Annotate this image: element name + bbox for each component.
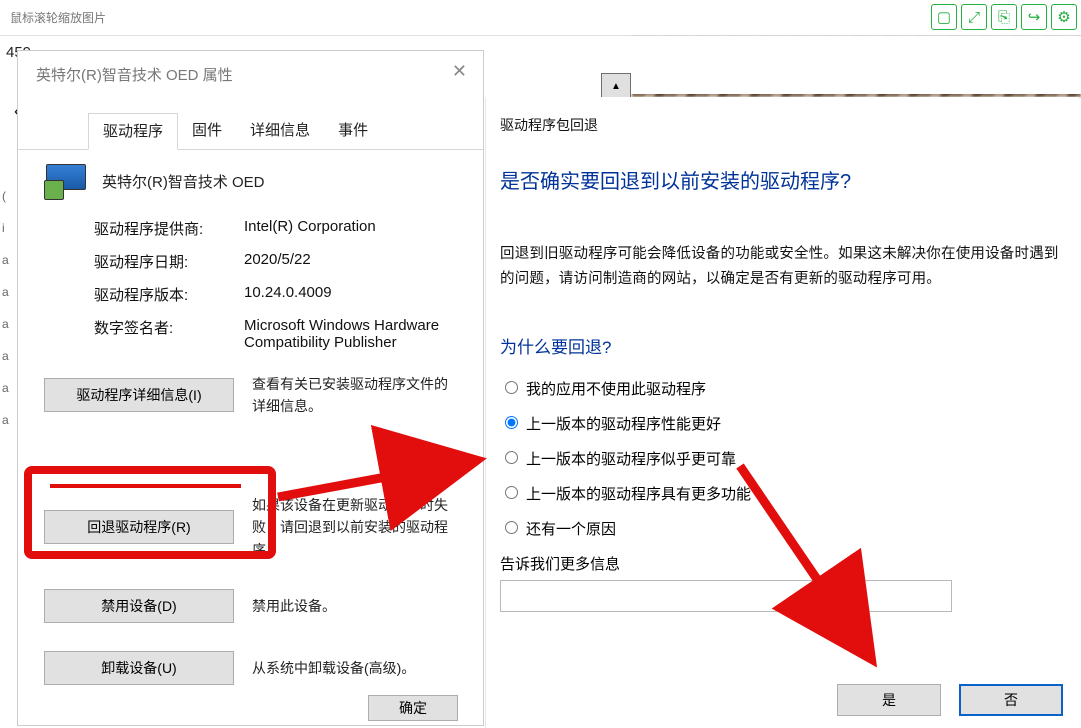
driver-details-button[interactable]: 驱动程序详细信息(I) xyxy=(44,378,234,412)
driver-tab-body: 英特尔(R)智音技术 OED 驱动程序提供商: Intel(R) Corpora… xyxy=(18,150,483,727)
value-provider: Intel(R) Corporation xyxy=(244,218,457,239)
row-uninstall: 卸载设备(U) 从系统中卸载设备(高级)。 xyxy=(44,651,457,685)
radio-reason-1[interactable]: 我的应用不使用此驱动程序 xyxy=(500,378,1065,399)
viewer-btn-share-icon[interactable]: ↪ xyxy=(1021,4,1047,30)
rollback-dialog-title: 驱动程序包回退 xyxy=(486,97,1079,155)
rollback-reason-radios: 我的应用不使用此驱动程序 上一版本的驱动程序性能更好 上一版本的驱动程序似乎更可… xyxy=(500,378,1065,539)
label-signer: 数字签名者: xyxy=(94,317,244,351)
rollback-desc: 如果该设备在更新驱动程序时失败，请回退到以前安装的驱动程序。 xyxy=(252,494,457,561)
value-version: 10.24.0.4009 xyxy=(244,284,457,305)
row-disable: 禁用设备(D) 禁用此设备。 xyxy=(44,589,457,623)
radio-reason-3[interactable]: 上一版本的驱动程序似乎更可靠 xyxy=(500,448,1065,469)
ok-button[interactable]: 确定 xyxy=(368,695,458,721)
rollback-dialog: 驱动程序包回退 是否确实要回退到以前安装的驱动程序? 回退到旧驱动程序可能会降低… xyxy=(485,97,1079,728)
device-header: 英特尔(R)智音技术 OED xyxy=(44,164,457,198)
image-viewer-toolbar: ▢ ⤢ ⎘ ↪ ⚙ xyxy=(931,4,1077,30)
row-details: 驱动程序详细信息(I) 查看有关已安装驱动程序文件的详细信息。 xyxy=(44,373,457,418)
label-date: 驱动程序日期: xyxy=(94,251,244,272)
driver-details-desc: 查看有关已安装驱动程序文件的详细信息。 xyxy=(252,373,457,418)
viewer-btn-save-icon[interactable]: ⎘ xyxy=(991,4,1017,30)
label-provider: 驱动程序提供商: xyxy=(94,218,244,239)
more-info-label: 告诉我们更多信息 xyxy=(500,553,1065,574)
properties-tabs: 常规 驱动程序 固件 详细信息 事件 xyxy=(18,112,483,150)
image-viewer-title: 鼠标滚轮缩放图片 xyxy=(0,0,1081,35)
disable-desc: 禁用此设备。 xyxy=(252,595,457,617)
device-name: 英特尔(R)智音技术 OED xyxy=(102,171,265,192)
value-signer: Microsoft Windows Hardware Compatibility… xyxy=(244,317,457,351)
label-version: 驱动程序版本: xyxy=(94,284,244,305)
tab-details[interactable]: 详细信息 xyxy=(236,113,324,150)
more-info-input[interactable] xyxy=(500,580,952,612)
device-properties-dialog: 英特尔(R)智音技术 OED 属性 ✕ 常规 驱动程序 固件 详细信息 事件 英… xyxy=(17,50,484,726)
disable-button[interactable]: 禁用设备(D) xyxy=(44,589,234,623)
spinner-up-button[interactable]: ▲ xyxy=(601,73,631,100)
rollback-paragraph: 回退到旧驱动程序可能会降低设备的功能或安全性。如果这未解决你在使用设备时遇到的问… xyxy=(500,242,1060,293)
sound-device-icon xyxy=(44,164,86,198)
row-rollback: 回退驱动程序(R) 如果该设备在更新驱动程序时失败，请回退到以前安装的驱动程序。 xyxy=(44,494,457,561)
radio-reason-5[interactable]: 还有一个原因 xyxy=(500,518,1065,539)
dialog-title: 英特尔(R)智音技术 OED 属性 xyxy=(18,51,483,98)
viewer-btn-settings-icon[interactable]: ⚙ xyxy=(1051,4,1077,30)
no-button[interactable]: 否 xyxy=(959,684,1063,716)
tab-firmware[interactable]: 固件 xyxy=(178,113,236,150)
rollback-button[interactable]: 回退驱动程序(R) xyxy=(44,510,234,544)
yes-button[interactable]: 是 xyxy=(837,684,941,716)
image-viewer-topbar: 鼠标滚轮缩放图片 ▢ ⤢ ⎘ ↪ ⚙ xyxy=(0,0,1081,36)
uninstall-desc: 从系统中卸载设备(高级)。 xyxy=(252,657,457,679)
viewer-btn-fit-icon[interactable]: ⤢ xyxy=(961,4,987,30)
radio-reason-4[interactable]: 上一版本的驱动程序具有更多功能 xyxy=(500,483,1065,504)
tab-driver[interactable]: 驱动程序 xyxy=(88,113,178,150)
radio-reason-2[interactable]: 上一版本的驱动程序性能更好 xyxy=(500,413,1065,434)
rollback-heading: 是否确实要回退到以前安装的驱动程序? xyxy=(500,165,1065,194)
value-date: 2020/5/22 xyxy=(244,251,457,272)
viewer-btn-fullscreen-icon[interactable]: ▢ xyxy=(931,4,957,30)
rollback-subheading: 为什么要回退? xyxy=(500,333,1065,358)
driver-info-table: 驱动程序提供商: Intel(R) Corporation 驱动程序日期: 20… xyxy=(94,218,457,351)
uninstall-button[interactable]: 卸载设备(U) xyxy=(44,651,234,685)
close-icon[interactable]: ✕ xyxy=(452,61,467,82)
tab-events[interactable]: 事件 xyxy=(324,113,382,150)
rollback-dialog-buttons: 是 否 xyxy=(837,684,1063,716)
left-gutter-text: ( i a a a a a a xyxy=(2,180,9,436)
